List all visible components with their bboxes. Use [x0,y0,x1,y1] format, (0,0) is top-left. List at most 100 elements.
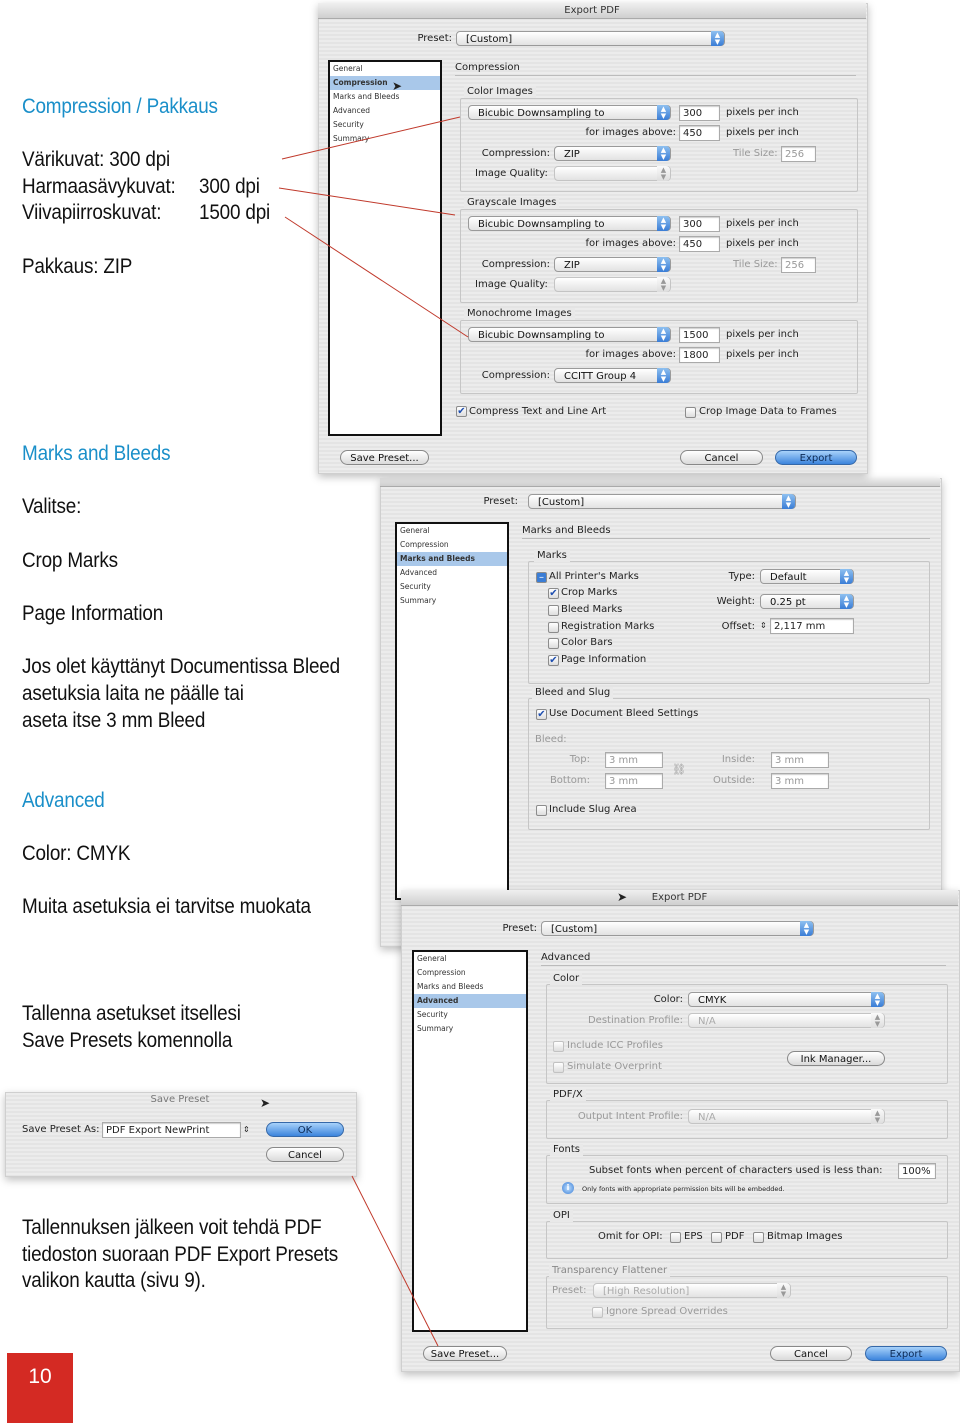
color-compression-select[interactable]: ZIP ▲ ▼ [554,146,671,161]
color-select[interactable]: CMYK ▲ ▼ [688,992,885,1007]
tile-size-label: Tile Size: [733,259,778,270]
destination-profile-select[interactable]: N/A ▲ ▼ [688,1013,885,1028]
popup-arrows-icon: ▲ ▼ [840,594,853,609]
sidebar: General Compression Marks and Bleeds Adv… [412,950,528,1332]
gray-downsampling-select[interactable]: Bicubic Downsampling to ▲ ▼ [468,216,671,231]
sidebar: General Compression Marks and Bleeds Adv… [395,522,509,900]
sidebar-item-security[interactable]: Security [330,118,440,132]
page-information-checkbox[interactable]: ✔ [548,655,559,666]
opi-pdf-checkbox[interactable] [711,1232,722,1243]
color-resolution-input[interactable]: 300 [679,105,720,121]
subset-input[interactable]: 100% [898,1163,936,1179]
cancel-button[interactable]: Cancel [266,1147,344,1162]
sidebar-item-compression[interactable]: Compression [330,76,440,90]
chain-link-icon[interactable]: ⛓ [672,764,686,776]
sidebar-item-advanced[interactable]: Advanced [397,566,507,580]
ok-button[interactable]: OK [266,1122,344,1137]
sidebar-item-compression[interactable]: Compression [414,966,526,980]
bleed-outside-input[interactable]: 3 mm [771,773,829,789]
opi-bitmap-checkbox[interactable] [753,1232,764,1243]
registration-marks-checkbox[interactable] [548,622,559,633]
cancel-button[interactable]: Cancel [680,450,763,465]
info-icon: i [562,1182,574,1194]
color-cmyk: Color: CMYK [22,842,131,865]
page-number: 10 [7,1353,73,1423]
flattener-preset-label: Preset: [552,1285,587,1296]
cancel-button[interactable]: Cancel [770,1346,852,1361]
mouse-cursor-icon: ➤ [392,79,403,93]
color-above-input[interactable]: 450 [679,125,720,141]
bleed-inside-input[interactable]: 3 mm [771,752,829,768]
mono-above-input[interactable]: 1800 [679,347,720,363]
color-tile-input[interactable]: 256 [781,146,816,162]
bleed-marks-checkbox[interactable] [548,605,559,616]
sidebar-item-summary[interactable]: Summary [330,132,440,146]
icc-checkbox[interactable] [553,1041,564,1052]
color-bars-checkbox[interactable] [548,638,559,649]
offset-label: Offset: [721,621,755,632]
color-downsampling-select[interactable]: Bicubic Downsampling to ▲ ▼ [468,105,671,120]
sidebar-item-general[interactable]: General [414,952,526,966]
bleed-bottom-input[interactable]: 3 mm [605,773,663,789]
ink-manager-button[interactable]: Ink Manager... [787,1051,885,1066]
bleed-top-input[interactable]: 3 mm [605,752,663,768]
preset-select[interactable]: [Custom] ▲ ▼ [456,31,725,46]
monochrome-images-label: Monochrome Images [464,308,575,320]
advanced-heading: Advanced [22,789,105,812]
mono-resolution-input[interactable]: 1500 [679,327,720,343]
mono-downsampling-select[interactable]: Bicubic Downsampling to ▲ ▼ [468,327,671,342]
compression-label: Compression: [481,148,550,159]
popup-arrows-icon: ▲ ▼ [777,1283,790,1298]
sidebar-item-security[interactable]: Security [397,580,507,594]
preset-select[interactable]: [Custom] ▲ ▼ [541,921,814,936]
export-button[interactable]: Export [775,450,857,465]
sidebar-item-marks-and-bleeds[interactable]: Marks and Bleeds [397,552,507,566]
color-label: Color: [653,994,683,1005]
weight-select[interactable]: 0.25 pt ▲ ▼ [760,594,854,609]
gray-compression-select[interactable]: ZIP ▲ ▼ [554,257,671,272]
color-quality-select[interactable]: ▲ ▼ [554,166,671,181]
gray-resolution-input[interactable]: 300 [679,216,720,232]
use-doc-bleed-checkbox[interactable]: ✔ [536,709,547,720]
output-intent-select[interactable]: N/A ▲ ▼ [688,1109,885,1124]
crop-image-checkbox[interactable] [685,407,696,418]
stepper-icon[interactable]: ⇕ [760,620,767,632]
sidebar-item-marks-and-bleeds[interactable]: Marks and Bleeds [414,980,526,994]
crop-marks-checkbox[interactable]: ✔ [548,588,559,599]
above-label: for images above: [585,349,677,360]
flattener-preset-select[interactable]: [High Resolution] ▲ ▼ [593,1283,791,1298]
sidebar-item-marks-and-bleeds[interactable]: Marks and Bleeds [330,90,440,104]
ignore-spread-checkbox[interactable] [592,1307,603,1318]
overprint-checkbox[interactable] [553,1062,564,1073]
sidebar-item-general[interactable]: General [397,524,507,538]
section-title: Advanced [541,952,946,966]
sidebar-item-security[interactable]: Security [414,1008,526,1022]
save-preset-button[interactable]: Save Preset... [423,1346,507,1361]
grayscale-images-label: Grayscale Images [464,197,560,209]
sidebar-item-general[interactable]: General [330,62,440,76]
gray-above-input[interactable]: 450 [679,236,720,252]
all-marks-checkbox[interactable]: – [536,572,547,583]
compress-text-checkbox[interactable]: ✔ [456,406,467,417]
sidebar-item-summary[interactable]: Summary [414,1022,526,1036]
export-button[interactable]: Export [865,1346,947,1361]
sidebar-item-compression[interactable]: Compression [397,538,507,552]
top-label: Top: [569,754,590,765]
opi-eps-checkbox[interactable] [670,1232,681,1243]
sidebar: General Compression Marks and Bleeds Adv… [328,60,442,436]
offset-input[interactable]: 2,117 mm [770,618,854,634]
sidebar-item-advanced[interactable]: Advanced [414,994,526,1008]
stepper-icon[interactable]: ⇕ [243,1124,250,1136]
preset-select[interactable]: [Custom] ▲ ▼ [528,494,796,509]
bleed-text-2: asetuksia laita ne päälle tai [22,682,244,705]
sidebar-item-summary[interactable]: Summary [397,594,507,608]
popup-arrows-icon: ▲ ▼ [871,992,884,1007]
preset-name-input[interactable]: PDF Export NewPrint [102,1122,241,1138]
sidebar-item-advanced[interactable]: Advanced [330,104,440,118]
gray-tile-input[interactable]: 256 [781,257,816,273]
slug-checkbox[interactable] [536,805,547,816]
gray-quality-select[interactable]: ▲ ▼ [554,277,671,292]
type-select[interactable]: Default ▲ ▼ [760,569,854,584]
mono-compression-select[interactable]: CCITT Group 4 ▲ ▼ [554,368,671,383]
save-preset-button[interactable]: Save Preset... [340,450,429,465]
